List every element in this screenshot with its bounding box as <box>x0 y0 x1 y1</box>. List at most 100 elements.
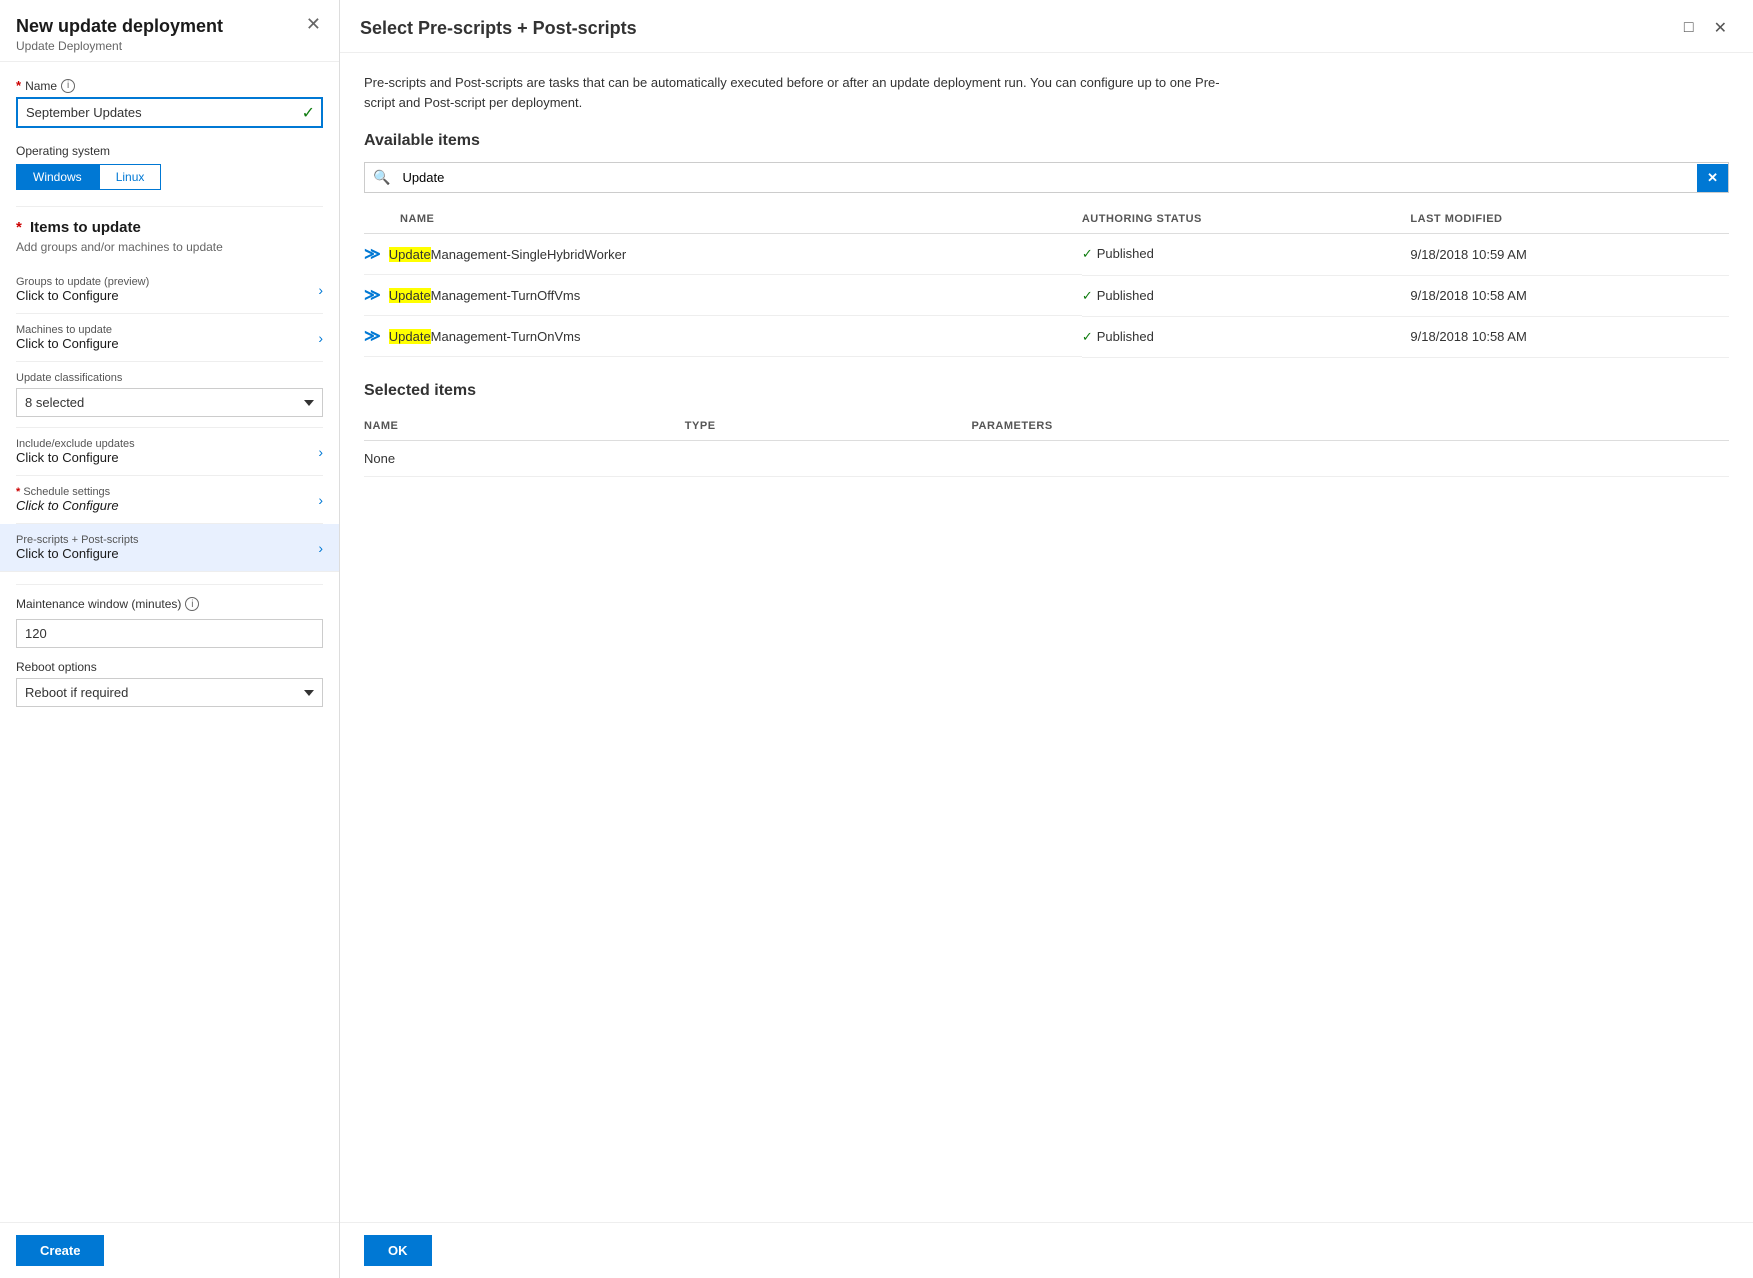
schedule-bottom-label: Click to Configure <box>16 498 119 513</box>
os-windows-button[interactable]: Windows <box>16 164 99 190</box>
available-item-modified: 9/18/2018 10:59 AM <box>1410 234 1729 276</box>
include-exclude-bottom-label: Click to Configure <box>16 450 135 465</box>
close-right-panel-button[interactable]: ✕ <box>1708 16 1733 40</box>
pre-post-top-label: Pre-scripts + Post-scripts <box>16 534 139 546</box>
left-body: * Name i ✓ Operating system Windows Linu… <box>0 62 339 1222</box>
name-input[interactable] <box>16 97 323 128</box>
name-input-wrap: ✓ <box>16 97 323 128</box>
script-icon: ≫ <box>364 285 381 305</box>
available-item-modified: 9/18/2018 10:58 AM <box>1410 275 1729 316</box>
name-highlight: Update <box>389 329 431 344</box>
pre-post-bottom-label: Click to Configure <box>16 546 139 561</box>
schedule-top-label: Schedule settings <box>23 486 110 498</box>
description-text: Pre-scripts and Post-scripts are tasks t… <box>364 73 1224 112</box>
script-icon: ≫ <box>364 244 381 264</box>
schedule-chevron-icon: › <box>318 492 323 508</box>
name-field-label-row: * Name i <box>16 78 323 93</box>
name-suffix: Management-TurnOnVms <box>431 329 581 344</box>
maintenance-label: Maintenance window (minutes) <box>16 597 181 611</box>
selected-heading: Selected items <box>364 382 1729 400</box>
col-modified-header: LAST MODIFIED <box>1410 205 1729 234</box>
name-check-icon: ✓ <box>302 103 315 123</box>
os-linux-button[interactable]: Linux <box>99 164 162 190</box>
name-info-icon[interactable]: i <box>61 79 75 93</box>
config-item-pre-post[interactable]: Pre-scripts + Post-scripts Click to Conf… <box>0 524 339 572</box>
items-section-title: * Items to update <box>16 219 323 236</box>
left-header: New update deployment Update Deployment … <box>0 0 339 62</box>
maintenance-input[interactable] <box>16 619 323 648</box>
selected-none-text: None <box>364 440 1729 476</box>
search-bar: 🔍 ✕ <box>364 162 1729 193</box>
config-item-include-exclude-left: Include/exclude updates Click to Configu… <box>16 438 135 465</box>
right-header: Select Pre-scripts + Post-scripts □ ✕ <box>340 0 1753 53</box>
available-item-row[interactable]: ≫ UpdateManagement-SingleHybridWorker ✓Pub… <box>364 234 1729 276</box>
classifications-select-wrap: 8 selected <box>16 388 323 417</box>
maximize-button[interactable]: □ <box>1678 16 1700 40</box>
items-subtitle: Add groups and/or machines to update <box>16 240 323 254</box>
config-item-schedule-left: * Schedule settings Click to Configure <box>16 486 119 513</box>
right-footer: OK <box>340 1222 1753 1278</box>
name-highlight: Update <box>389 288 431 303</box>
config-item-classifications: Update classifications 8 selected <box>16 362 323 428</box>
groups-chevron-icon: › <box>318 282 323 298</box>
classifications-select[interactable]: 8 selected <box>16 388 323 417</box>
selected-col-params-header: PARAMETERS <box>971 412 1729 441</box>
maintenance-label-row: Maintenance window (minutes) i <box>16 597 323 611</box>
search-input[interactable] <box>398 164 1697 191</box>
create-button[interactable]: Create <box>16 1235 104 1266</box>
classifications-top-label: Update classifications <box>16 372 122 384</box>
name-highlight: Update <box>389 247 431 262</box>
os-label: Operating system <box>16 144 323 158</box>
config-item-schedule[interactable]: * Schedule settings Click to Configure › <box>16 476 323 524</box>
col-status-header: AUTHORING STATUS <box>1082 205 1411 234</box>
maintenance-info-icon[interactable]: i <box>185 597 199 611</box>
config-item-machines[interactable]: Machines to update Click to Configure › <box>16 314 323 362</box>
config-item-groups[interactable]: Groups to update (preview) Click to Conf… <box>16 266 323 314</box>
left-footer: Create <box>0 1222 339 1278</box>
right-panel: Select Pre-scripts + Post-scripts □ ✕ Pr… <box>340 0 1753 1278</box>
reboot-section: Reboot options Reboot if required Always… <box>16 660 323 707</box>
schedule-top-label-row: * Schedule settings <box>16 486 119 498</box>
machines-bottom-label: Click to Configure <box>16 336 119 351</box>
selected-items-table: NAME TYPE PARAMETERS None <box>364 412 1729 477</box>
available-item-name: ≫ UpdateManagement-SingleHybridWorker <box>364 234 1082 275</box>
search-clear-button[interactable]: ✕ <box>1697 164 1728 192</box>
available-items-table: NAME AUTHORING STATUS LAST MODIFIED ≫ Upd… <box>364 205 1729 358</box>
ok-button[interactable]: OK <box>364 1235 432 1266</box>
config-item-include-exclude[interactable]: Include/exclude updates Click to Configu… <box>16 428 323 476</box>
reboot-select-wrap: Reboot if required Always reboot Never r… <box>16 678 323 707</box>
left-panel-title: New update deployment <box>16 16 323 37</box>
available-item-row[interactable]: ≫UpdateManagement-TurnOffVms✓Published9/… <box>364 275 1729 316</box>
maintenance-section: Maintenance window (minutes) i <box>16 597 323 648</box>
available-item-status: ✓Published <box>1082 275 1411 316</box>
available-item-row[interactable]: ≫UpdateManagement-TurnOnVms✓Published9/1… <box>364 316 1729 357</box>
available-item-name: ≫UpdateManagement-TurnOffVms <box>364 275 1082 316</box>
include-exclude-top-label: Include/exclude updates <box>16 438 135 450</box>
selected-col-type-header: TYPE <box>685 412 972 441</box>
available-item-name: ≫ UpdateManagement-TurnOnVms <box>364 316 1082 357</box>
config-item-pre-post-left: Pre-scripts + Post-scripts Click to Conf… <box>16 534 139 561</box>
config-item-groups-left: Groups to update (preview) Click to Conf… <box>16 276 149 303</box>
os-section: Operating system Windows Linux <box>16 144 323 190</box>
name-label: Name <box>25 79 57 93</box>
machines-chevron-icon: › <box>318 330 323 346</box>
right-panel-title: Select Pre-scripts + Post-scripts <box>360 18 637 39</box>
selected-section: Selected items NAME TYPE PARAMETERS None <box>364 382 1729 477</box>
selected-col-name-header: NAME <box>364 412 685 441</box>
name-required-star: * <box>16 78 21 93</box>
available-item-status: ✓Published <box>1082 234 1411 276</box>
close-left-panel-button[interactable]: ✕ <box>300 12 327 37</box>
left-panel-subtitle: Update Deployment <box>16 39 323 53</box>
col-name-header: NAME <box>364 205 1082 234</box>
groups-bottom-label: Click to Configure <box>16 288 149 303</box>
selected-none-row: None <box>364 440 1729 476</box>
name-suffix: Management-SingleHybridWorker <box>431 247 627 262</box>
script-icon: ≫ <box>364 326 381 346</box>
groups-top-label: Groups to update (preview) <box>16 276 149 288</box>
include-exclude-chevron-icon: › <box>318 444 323 460</box>
right-header-buttons: □ ✕ <box>1678 16 1733 40</box>
config-item-machines-left: Machines to update Click to Configure <box>16 324 119 351</box>
reboot-select[interactable]: Reboot if required Always reboot Never r… <box>16 678 323 707</box>
available-heading: Available items <box>364 132 1729 150</box>
right-body: Pre-scripts and Post-scripts are tasks t… <box>340 53 1753 1222</box>
